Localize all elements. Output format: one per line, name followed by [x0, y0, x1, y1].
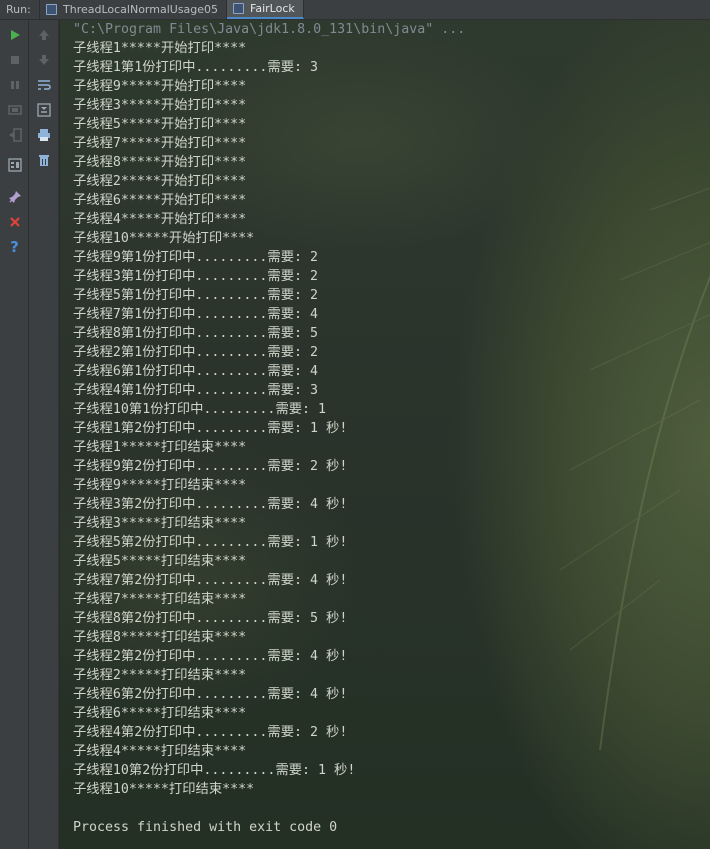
process-exit-line: Process finished with exit code 0	[73, 820, 338, 835]
rerun-icon[interactable]	[0, 99, 29, 121]
console-line: 子线程6*****打印结束****	[73, 706, 247, 721]
console-tab-icon	[233, 3, 245, 14]
console-line: 子线程3*****开始打印****	[73, 98, 247, 113]
console-line: 子线程7*****开始打印****	[73, 136, 247, 151]
print-icon[interactable]	[29, 124, 59, 146]
console-line: 子线程6第2份打印中.........需要: 4 秒!	[73, 687, 348, 702]
console-line: 子线程4第1份打印中.........需要: 3	[73, 383, 319, 398]
pin-icon[interactable]	[0, 186, 29, 208]
console-line: 子线程3第2份打印中.........需要: 4 秒!	[73, 497, 348, 512]
console-output[interactable]: "C:\Program Files\Java\jdk1.8.0_131\bin\…	[60, 20, 710, 849]
console-line: 子线程8第2份打印中.........需要: 5 秒!	[73, 611, 348, 626]
scroll-to-end-icon[interactable]	[29, 99, 59, 121]
console-line: 子线程6*****开始打印****	[73, 193, 247, 208]
run-icon[interactable]	[0, 24, 29, 46]
run-label: Run:	[0, 0, 40, 19]
console-tab-icon	[46, 4, 57, 15]
console-line: 子线程1第2份打印中.........需要: 1 秒!	[73, 421, 348, 436]
run-tab-bar: Run: ThreadLocalNormalUsage05 FairLock	[0, 0, 710, 20]
console-line: 子线程1*****打印结束****	[73, 440, 247, 455]
tab-fairlock[interactable]: FairLock	[227, 0, 304, 19]
console-line: 子线程7第1份打印中.........需要: 4	[73, 307, 319, 322]
console-line: 子线程4*****开始打印****	[73, 212, 247, 227]
console-line: 子线程9*****开始打印****	[73, 79, 247, 94]
console-line: 子线程5*****开始打印****	[73, 117, 247, 132]
layout-icon[interactable]	[0, 154, 29, 176]
trash-icon[interactable]	[29, 149, 59, 171]
console-line: 子线程8*****开始打印****	[73, 155, 247, 170]
console-line: 子线程2第1份打印中.........需要: 2	[73, 345, 319, 360]
soft-wrap-icon[interactable]	[29, 74, 59, 96]
console-line: 子线程7*****打印结束****	[73, 592, 247, 607]
console-line: 子线程9*****打印结束****	[73, 478, 247, 493]
console-line: 子线程8*****打印结束****	[73, 630, 247, 645]
help-icon[interactable]: ?	[0, 236, 29, 258]
console-line: 子线程5第2份打印中.........需要: 1 秒!	[73, 535, 348, 550]
console-line: 子线程4第2份打印中.........需要: 2 秒!	[73, 725, 348, 740]
console-line: 子线程9第1份打印中.........需要: 2	[73, 250, 319, 265]
console-line: 子线程2*****打印结束****	[73, 668, 247, 683]
console-line: 子线程3*****打印结束****	[73, 516, 247, 531]
console-line: 子线程7第2份打印中.........需要: 4 秒!	[73, 573, 348, 588]
console-line: 子线程9第2份打印中.........需要: 2 秒!	[73, 459, 348, 474]
command-line: "C:\Program Files\Java\jdk1.8.0_131\bin\…	[73, 22, 466, 37]
close-icon[interactable]	[0, 211, 29, 233]
console-line: 子线程4*****打印结束****	[73, 744, 247, 759]
console-line: 子线程2*****开始打印****	[73, 174, 247, 189]
console-line: 子线程1*****开始打印****	[73, 41, 247, 56]
console-line: 子线程5*****打印结束****	[73, 554, 247, 569]
console-line: 子线程6第1份打印中.........需要: 4	[73, 364, 319, 379]
console-line: 子线程5第1份打印中.........需要: 2	[73, 288, 319, 303]
run-toolbar-left: ?	[0, 20, 29, 849]
console-line: 子线程10*****开始打印****	[73, 231, 255, 246]
console-line: 子线程2第2份打印中.........需要: 4 秒!	[73, 649, 348, 664]
down-arrow-icon[interactable]	[29, 49, 59, 71]
console-line: 子线程1第1份打印中.........需要: 3	[73, 60, 319, 75]
console-line: 子线程10第2份打印中.........需要: 1 秒!	[73, 763, 356, 778]
stop-icon[interactable]	[0, 49, 29, 71]
console-line: 子线程3第1份打印中.........需要: 2	[73, 269, 319, 284]
console-line: 子线程10*****打印结束****	[73, 782, 255, 797]
console-line: 子线程10第1份打印中.........需要: 1	[73, 402, 327, 417]
exit-icon[interactable]	[0, 124, 29, 146]
pause-icon[interactable]	[0, 74, 29, 96]
tab-label: ThreadLocalNormalUsage05	[63, 3, 219, 16]
up-arrow-icon[interactable]	[29, 24, 59, 46]
console-lines: "C:\Program Files\Java\jdk1.8.0_131\bin\…	[73, 20, 710, 837]
console-line: 子线程8第1份打印中.........需要: 5	[73, 326, 319, 341]
run-toolbar-right	[29, 20, 59, 849]
tab-label: FairLock	[250, 2, 295, 15]
tab-threadlocalnormalusage05[interactable]: ThreadLocalNormalUsage05	[40, 0, 228, 19]
